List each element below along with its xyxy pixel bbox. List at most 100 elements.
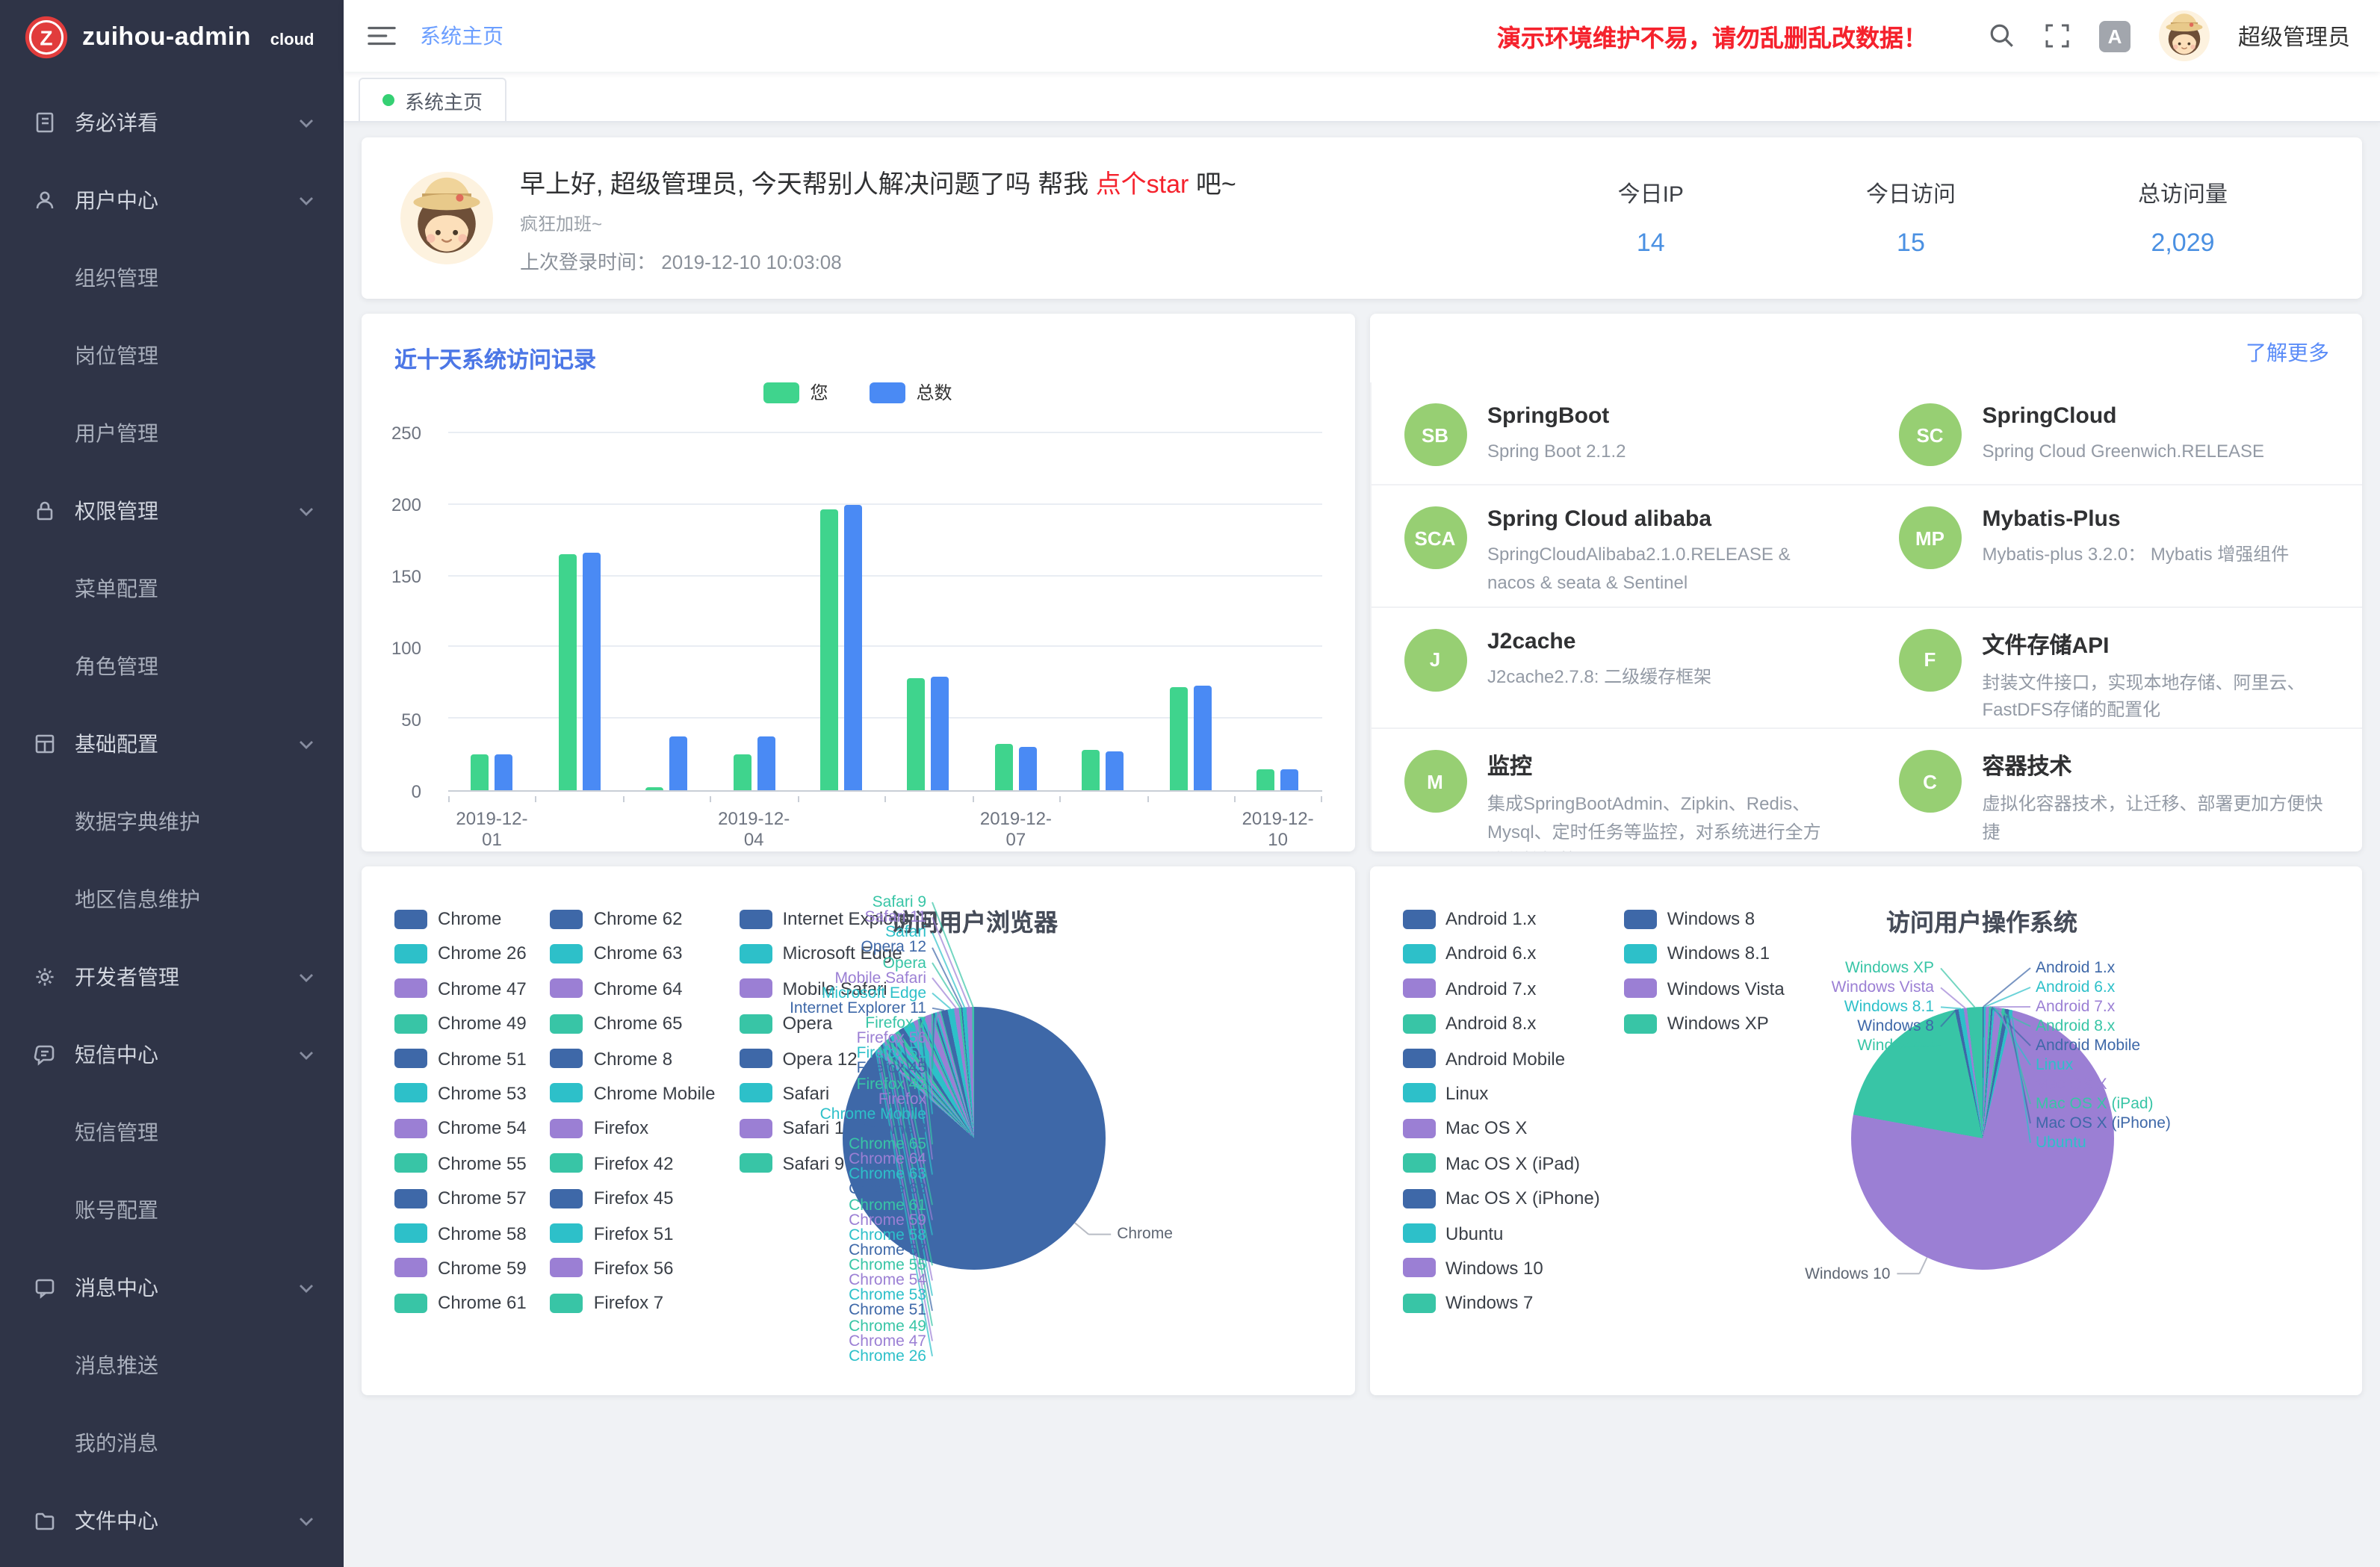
legend-item[interactable]: Mac OS X (iPad)	[1402, 1152, 1600, 1173]
sidebar-item-account-config[interactable]: 账号配置	[0, 1171, 344, 1249]
sidebar-item-base-config[interactable]: 基础配置	[0, 705, 344, 783]
sidebar-item-permission[interactable]: 权限管理	[0, 472, 344, 550]
legend-item[interactable]: Chrome	[394, 908, 527, 929]
sidebar-item-post-management[interactable]: 岗位管理	[0, 317, 344, 394]
bar-您[interactable]	[471, 754, 489, 790]
legend-item[interactable]: Windows 10	[1402, 1258, 1600, 1279]
bar-总数[interactable]	[582, 553, 600, 790]
legend-item[interactable]: Firefox 7	[551, 1293, 716, 1314]
legend-item[interactable]: Windows XP	[1624, 1013, 1785, 1034]
bar-总数[interactable]	[1194, 686, 1212, 790]
username[interactable]: 超级管理员	[2238, 20, 2350, 52]
logo[interactable]: Z zuihou-admin cloud	[0, 0, 344, 75]
legend-item[interactable]: Chrome 51	[394, 1048, 527, 1069]
legend-item[interactable]: Windows Vista	[1624, 978, 1785, 999]
legend-item[interactable]: Chrome 61	[394, 1293, 527, 1314]
bar-您[interactable]	[1082, 750, 1100, 790]
sidebar-item-user-management[interactable]: 用户管理	[0, 394, 344, 472]
bar-group	[623, 433, 710, 790]
legend-swatch	[1402, 1294, 1435, 1313]
feature-title: J2cache	[1487, 628, 1711, 654]
sidebar-item-sms-center[interactable]: 短信中心	[0, 1016, 344, 1093]
sidebar-item-dict-maintenance[interactable]: 数据字典维护	[0, 783, 344, 860]
legend-swatch	[1624, 944, 1657, 964]
bar-您[interactable]	[820, 509, 838, 790]
star-link[interactable]: 点个star	[1096, 170, 1189, 198]
bar-您[interactable]	[995, 745, 1013, 790]
bar-总数[interactable]	[1281, 769, 1299, 790]
bar-总数[interactable]	[669, 736, 687, 790]
legend-item[interactable]: 总数	[870, 379, 952, 405]
sidebar-item-menu-config[interactable]: 菜单配置	[0, 550, 344, 627]
legend-item[interactable]: Chrome Mobile	[551, 1083, 716, 1104]
bar-您[interactable]	[733, 754, 751, 790]
font-size-icon[interactable]: A	[2099, 20, 2130, 52]
legend-item[interactable]: Chrome 26	[394, 943, 527, 964]
legend-item[interactable]: Firefox	[551, 1118, 716, 1139]
legend-item[interactable]: Firefox 56	[551, 1258, 716, 1279]
legend-item[interactable]: Chrome 63	[551, 943, 716, 964]
pie-label: Windows 8.1	[1844, 998, 1934, 1016]
legend-item[interactable]: Chrome 54	[394, 1118, 527, 1139]
legend-item[interactable]: Android 7.x	[1402, 978, 1600, 999]
bar-总数[interactable]	[757, 736, 775, 790]
avatar[interactable]	[2159, 10, 2210, 61]
legend-item[interactable]: Windows 7	[1402, 1293, 1600, 1314]
legend-item[interactable]: Chrome 59	[394, 1258, 527, 1279]
legend-item[interactable]: Chrome 49	[394, 1013, 527, 1034]
bar-总数[interactable]	[1019, 748, 1037, 790]
legend-item[interactable]: Firefox 42	[551, 1152, 716, 1173]
sidebar-item-my-messages[interactable]: 我的消息	[0, 1404, 344, 1482]
bar-总数[interactable]	[844, 505, 862, 790]
legend-item[interactable]: 您	[763, 379, 828, 405]
legend-item[interactable]: Windows 8.1	[1624, 943, 1785, 964]
learn-more-link[interactable]: 了解更多	[2246, 338, 2329, 367]
feature-badge: SB	[1404, 403, 1466, 466]
legend-item[interactable]: Chrome 58	[394, 1223, 527, 1244]
sidebar-item-must-read[interactable]: 务必详看	[0, 84, 344, 161]
sidebar-item-message-center[interactable]: 消息中心	[0, 1249, 344, 1326]
bar-您[interactable]	[645, 787, 663, 790]
bar-总数[interactable]	[932, 676, 949, 790]
legend-item[interactable]: Chrome 65	[551, 1013, 716, 1034]
legend-item[interactable]: Chrome 57	[394, 1188, 527, 1208]
sidebar-item-developer[interactable]: 开发者管理	[0, 938, 344, 1016]
legend-item[interactable]: Chrome 62	[551, 908, 716, 929]
sidebar-item-file-center[interactable]: 文件中心	[0, 1482, 344, 1560]
legend-item[interactable]: Chrome 8	[551, 1048, 716, 1069]
bar-您[interactable]	[908, 679, 926, 790]
legend-item[interactable]: Android 6.x	[1402, 943, 1600, 964]
menu-fold-icon[interactable]	[368, 24, 396, 48]
search-icon[interactable]	[1989, 22, 2015, 49]
legend-item[interactable]: Android 8.x	[1402, 1013, 1600, 1034]
legend-item[interactable]: Mac OS X (iPhone)	[1402, 1188, 1600, 1208]
fullscreen-icon[interactable]	[2044, 22, 2071, 49]
sidebar-item-sms-management[interactable]: 短信管理	[0, 1093, 344, 1171]
legend-item[interactable]: Firefox 51	[551, 1223, 716, 1244]
sidebar-item-user-center[interactable]: 用户中心	[0, 161, 344, 239]
bar-总数[interactable]	[495, 754, 512, 790]
legend-item[interactable]: Ubuntu	[1402, 1223, 1600, 1244]
breadcrumb[interactable]: 系统主页	[420, 21, 503, 51]
legend-item[interactable]: Firefox 45	[551, 1188, 716, 1208]
bar-您[interactable]	[1257, 769, 1275, 790]
legend-item[interactable]: Mac OS X	[1402, 1118, 1600, 1139]
bar-您[interactable]	[1170, 687, 1188, 790]
bar-您[interactable]	[558, 555, 576, 790]
legend-item[interactable]: Windows 8	[1624, 908, 1785, 929]
sidebar-item-message-push[interactable]: 消息推送	[0, 1326, 344, 1404]
legend-item[interactable]: Chrome 53	[394, 1083, 527, 1104]
x-axis-label	[1059, 798, 1147, 834]
legend-item[interactable]: Chrome 55	[394, 1152, 527, 1173]
sidebar-item-region-maintenance[interactable]: 地区信息维护	[0, 860, 344, 938]
legend-item[interactable]: Android Mobile	[1402, 1048, 1600, 1069]
tab-home[interactable]: 系统主页	[359, 78, 506, 121]
bar-总数[interactable]	[1106, 751, 1124, 790]
legend-item[interactable]: Chrome 47	[394, 978, 527, 999]
sidebar-item-org-management[interactable]: 组织管理	[0, 239, 344, 317]
sidebar-item-role-management[interactable]: 角色管理	[0, 627, 344, 705]
legend-item[interactable]: Android 1.x	[1402, 908, 1600, 929]
legend-item[interactable]: Chrome 64	[551, 978, 716, 999]
logo-icon: Z	[24, 15, 69, 60]
legend-item[interactable]: Linux	[1402, 1083, 1600, 1104]
